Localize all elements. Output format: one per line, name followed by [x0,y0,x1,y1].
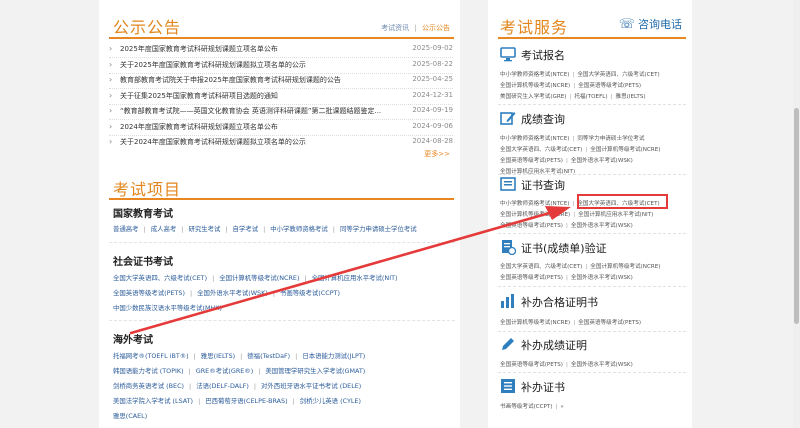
scrollbar[interactable] [793,0,800,428]
scroll-thumb[interactable] [794,108,799,324]
annotation-arrow [129,206,571,335]
page: 公示公告 考试资讯 | 公示公告 › 2025年度国家教育考试科研规划课题立项名单… [0,0,800,428]
